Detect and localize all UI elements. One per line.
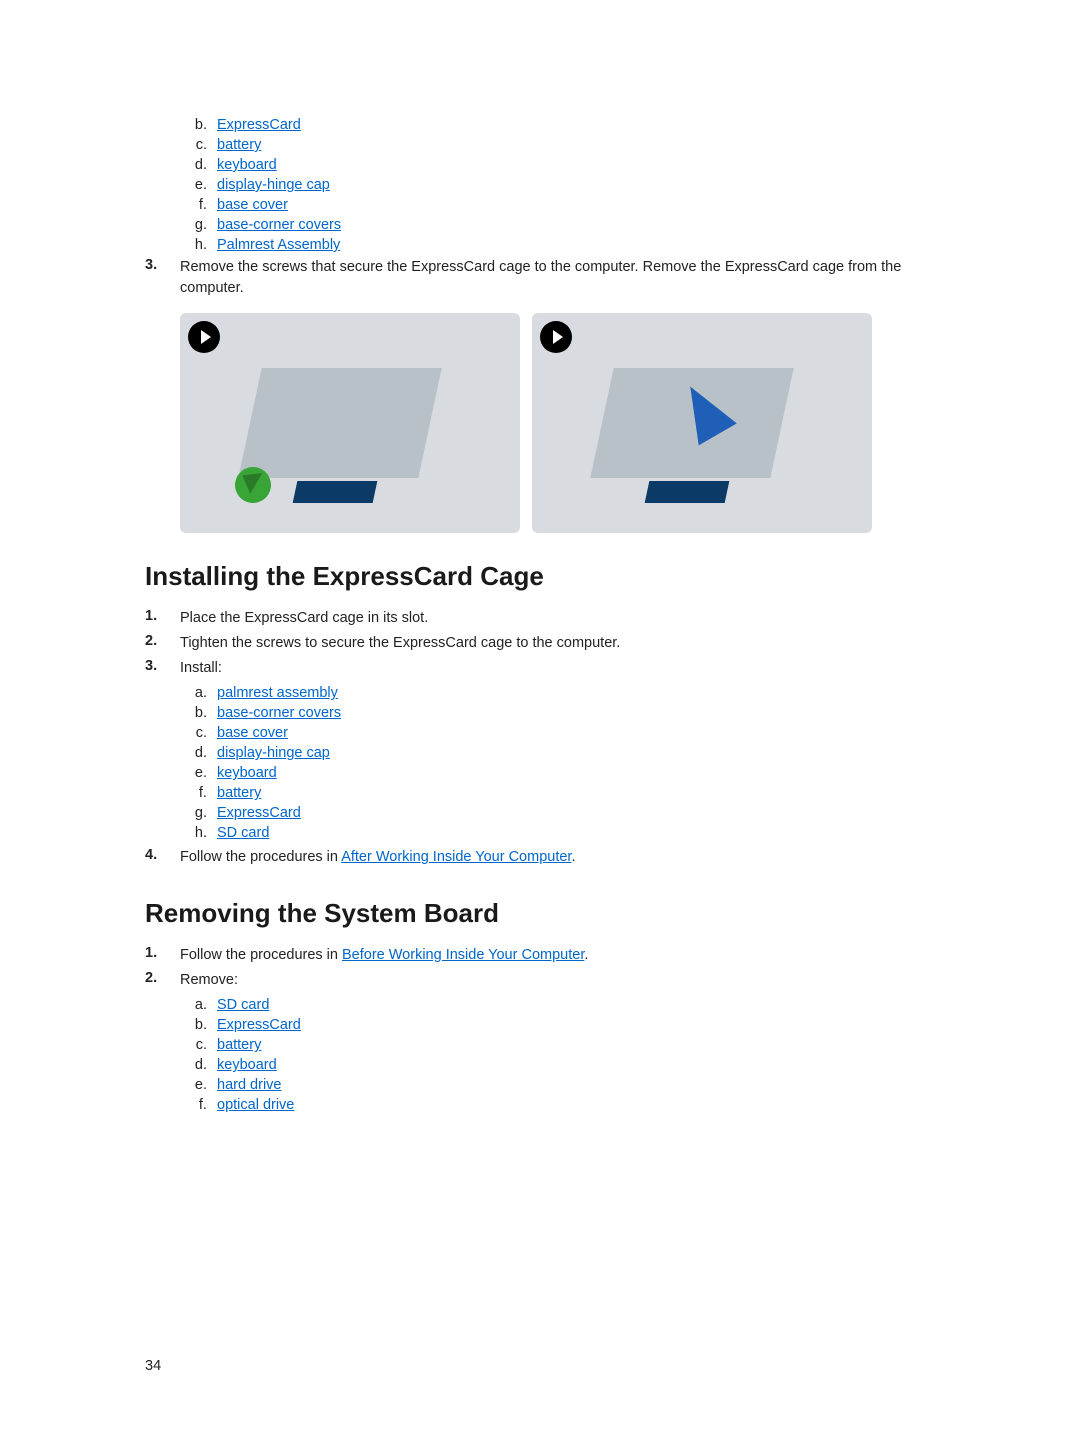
base-corner-covers-link[interactable]: base-corner covers xyxy=(217,705,341,721)
step-text: Tighten the screws to secure the Express… xyxy=(180,635,620,651)
sd-card-link[interactable]: SD card xyxy=(217,825,269,841)
step-3: 3. Remove the screws that secure the Exp… xyxy=(145,255,935,301)
sd-card-link[interactable]: SD card xyxy=(217,997,269,1013)
step-number: 2. xyxy=(145,633,157,649)
list-item: ExpressCard xyxy=(211,1015,935,1035)
play-icon[interactable] xyxy=(188,321,220,353)
image-1 xyxy=(180,313,520,533)
list-item: display-hinge cap xyxy=(211,743,935,763)
list-item: keyboard xyxy=(211,763,935,783)
remove-sublist-continued: ExpressCard battery keyboard display-hin… xyxy=(145,115,935,255)
base-cover-link[interactable]: base cover xyxy=(217,197,288,213)
list-item: SD card xyxy=(211,995,935,1015)
list-item: ExpressCard xyxy=(211,115,935,135)
expresscard-link[interactable]: ExpressCard xyxy=(217,117,301,133)
battery-link[interactable]: battery xyxy=(217,785,261,801)
expresscard-link[interactable]: ExpressCard xyxy=(217,805,301,821)
expresscard-link[interactable]: ExpressCard xyxy=(217,1017,301,1033)
step-text: Follow the procedures in Before Working … xyxy=(180,947,588,963)
step-2: 2. Tighten the screws to secure the Expr… xyxy=(145,631,935,656)
list-item: keyboard xyxy=(211,1055,935,1075)
before-working-link[interactable]: Before Working Inside Your Computer xyxy=(342,947,584,963)
remove-sublist: SD card ExpressCard battery keyboard har… xyxy=(180,995,935,1115)
image-2 xyxy=(532,313,872,533)
step-number: 4. xyxy=(145,847,157,863)
keyboard-link[interactable]: keyboard xyxy=(217,1057,277,1073)
list-item: battery xyxy=(211,1035,935,1055)
list-item: ExpressCard xyxy=(211,803,935,823)
remove-steps-continued: 3. Remove the screws that secure the Exp… xyxy=(145,255,935,301)
battery-link[interactable]: battery xyxy=(217,1037,261,1053)
palmrest-assembly-link[interactable]: palmrest assembly xyxy=(217,685,338,701)
play-icon[interactable] xyxy=(540,321,572,353)
list-item: hard drive xyxy=(211,1075,935,1095)
step-text: Place the ExpressCard cage in its slot. xyxy=(180,610,428,626)
step-number: 3. xyxy=(145,257,157,273)
step-number: 1. xyxy=(145,945,157,961)
after-working-link[interactable]: After Working Inside Your Computer xyxy=(341,849,571,865)
keyboard-link[interactable]: keyboard xyxy=(217,157,277,173)
list-item: keyboard xyxy=(211,155,935,175)
display-hinge-cap-link[interactable]: display-hinge cap xyxy=(217,177,330,193)
base-cover-link[interactable]: base cover xyxy=(217,725,288,741)
step-2: 2. Remove: SD card ExpressCard battery k… xyxy=(145,968,935,1117)
removing-system-board-heading: Removing the System Board xyxy=(145,898,935,929)
step-text: Remove: xyxy=(180,972,238,988)
hard-drive-link[interactable]: hard drive xyxy=(217,1077,281,1093)
list-item: base cover xyxy=(211,723,935,743)
install-steps: 1. Place the ExpressCard cage in its slo… xyxy=(145,606,935,870)
step-4: 4. Follow the procedures in After Workin… xyxy=(145,845,935,870)
list-item: palmrest assembly xyxy=(211,683,935,703)
page-number: 34 xyxy=(145,1358,161,1374)
keyboard-link[interactable]: keyboard xyxy=(217,765,277,781)
list-item: base cover xyxy=(211,195,935,215)
step-number: 1. xyxy=(145,608,157,624)
step-number: 3. xyxy=(145,658,157,674)
list-item: optical drive xyxy=(211,1095,935,1115)
instruction-images xyxy=(180,313,935,533)
list-item: base-corner covers xyxy=(211,703,935,723)
step-text: Install: xyxy=(180,660,222,676)
display-hinge-cap-link[interactable]: display-hinge cap xyxy=(217,745,330,761)
step-number: 2. xyxy=(145,970,157,986)
step-text: Follow the procedures in After Working I… xyxy=(180,849,575,865)
list-item: SD card xyxy=(211,823,935,843)
palmrest-assembly-link[interactable]: Palmrest Assembly xyxy=(217,237,340,253)
base-corner-covers-link[interactable]: base-corner covers xyxy=(217,217,341,233)
list-item: display-hinge cap xyxy=(211,175,935,195)
list-item: battery xyxy=(211,135,935,155)
step-1: 1. Place the ExpressCard cage in its slo… xyxy=(145,606,935,631)
list-item: Palmrest Assembly xyxy=(211,235,935,255)
installing-heading: Installing the ExpressCard Cage xyxy=(145,561,935,592)
step-3: 3. Install: palmrest assembly base-corne… xyxy=(145,656,935,845)
optical-drive-link[interactable]: optical drive xyxy=(217,1097,294,1113)
step-text: Remove the screws that secure the Expres… xyxy=(180,259,901,296)
battery-link[interactable]: battery xyxy=(217,137,261,153)
step-1: 1. Follow the procedures in Before Worki… xyxy=(145,943,935,968)
remove-system-board-steps: 1. Follow the procedures in Before Worki… xyxy=(145,943,935,1117)
list-item: base-corner covers xyxy=(211,215,935,235)
install-sublist: palmrest assembly base-corner covers bas… xyxy=(180,683,935,843)
list-item: battery xyxy=(211,783,935,803)
